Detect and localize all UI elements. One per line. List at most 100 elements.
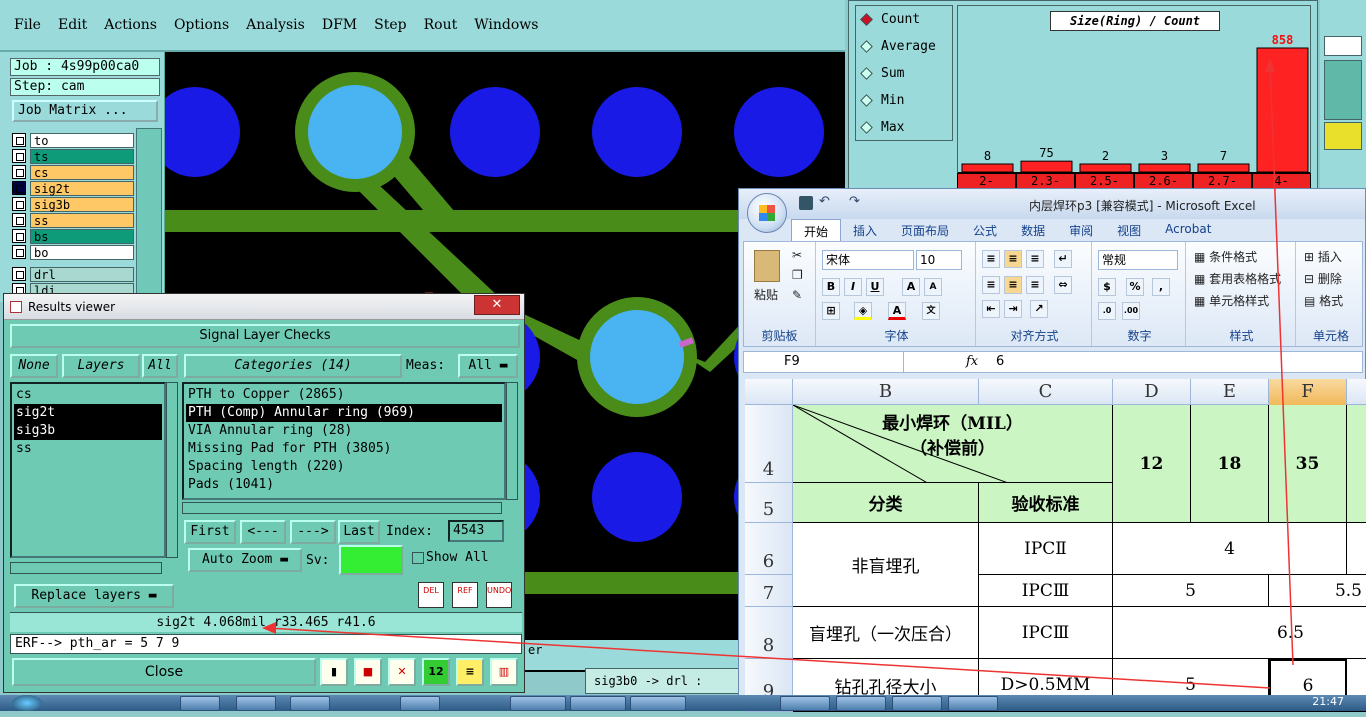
cell-d4[interactable]: 12 xyxy=(1113,405,1191,523)
layer-list-hscrollbar[interactable] xyxy=(10,562,162,574)
menu-edit[interactable]: Edit xyxy=(58,17,87,33)
cell-def8[interactable]: 6.5 xyxy=(1113,607,1366,659)
layer-scrollbar[interactable] xyxy=(136,128,162,298)
number-format-select[interactable]: 常规 xyxy=(1098,250,1178,270)
layer-row[interactable]: drl xyxy=(12,266,134,282)
taskbar-item[interactable] xyxy=(400,696,440,711)
align-bottom-icon[interactable]: ≡ xyxy=(1026,250,1044,268)
insert-button[interactable]: ⊞ 插入 xyxy=(1304,248,1342,265)
row-header[interactable]: 7 xyxy=(745,575,793,607)
cell-f4[interactable]: 35 xyxy=(1269,405,1347,523)
undo-icon[interactable]: ↶ xyxy=(819,194,830,209)
tab-home[interactable]: 开始 xyxy=(791,219,842,241)
option-average[interactable]: Average xyxy=(856,33,952,60)
taskbar-item[interactable] xyxy=(630,696,686,711)
none-button[interactable]: None xyxy=(10,354,58,378)
layer-checkbox[interactable] xyxy=(12,213,26,227)
category-list[interactable]: PTH to Copper (2865) PTH (Comp) Annular … xyxy=(182,382,506,500)
layer-list-scrollbar[interactable] xyxy=(166,382,178,558)
tab-data[interactable]: 数据 xyxy=(1009,219,1057,241)
next-button[interactable]: ---> xyxy=(290,520,336,544)
merge-icon[interactable]: ⇔ xyxy=(1054,276,1072,294)
taskbar-item[interactable] xyxy=(948,696,998,711)
layer-row[interactable]: bo xyxy=(12,244,134,260)
layer-row[interactable]: sig3b xyxy=(12,196,134,212)
delete-icon[interactable]: DEL xyxy=(418,582,444,608)
start-icon[interactable] xyxy=(12,695,42,711)
layer-row[interactable]: ts xyxy=(12,148,134,164)
taskbar-item[interactable] xyxy=(290,696,330,711)
menu-windows[interactable]: Windows xyxy=(474,17,538,33)
currency-icon[interactable]: $ xyxy=(1098,278,1116,296)
wrap-text-icon[interactable]: ↵ xyxy=(1054,250,1072,268)
conditional-format-button[interactable]: ▦ 条件格式 xyxy=(1194,248,1257,265)
font-name-select[interactable]: 宋体 xyxy=(822,250,914,270)
border-icon[interactable]: ⊞ xyxy=(822,302,840,320)
tab-review[interactable]: 审阅 xyxy=(1057,219,1105,241)
taskbar-item[interactable] xyxy=(570,696,626,711)
cell-b5[interactable]: 分类 xyxy=(793,483,979,523)
paste-icon[interactable] xyxy=(754,250,780,282)
cell-c8[interactable]: IPCⅢ xyxy=(979,607,1113,659)
tool-stop-icon[interactable]: ■ xyxy=(354,658,382,686)
layer-row[interactable]: cs xyxy=(12,164,134,180)
cell-c6[interactable]: IPCⅡ xyxy=(979,523,1113,575)
decrease-decimal-icon[interactable]: .00 xyxy=(1122,302,1140,320)
decrease-indent-icon[interactable]: ⇤ xyxy=(982,300,1000,318)
categories-button[interactable]: Categories (14) xyxy=(184,354,402,378)
layer-result-list[interactable]: cs sig2t sig3b ss xyxy=(10,382,166,558)
row-header[interactable]: 6 xyxy=(745,523,793,575)
taskbar-item[interactable] xyxy=(780,696,830,711)
underline-icon[interactable]: U xyxy=(866,278,884,296)
cell-b6[interactable]: 非盲埋孔 xyxy=(793,523,979,607)
undo-icon[interactable]: UNDO xyxy=(486,582,512,608)
layer-row[interactable]: to xyxy=(12,132,134,148)
align-center-icon[interactable]: ≡ xyxy=(1004,276,1022,294)
layer-checkbox[interactable] xyxy=(12,165,26,179)
orientation-icon[interactable]: ↗ xyxy=(1030,300,1048,318)
layer-checkbox[interactable] xyxy=(12,181,26,195)
comma-icon[interactable]: , xyxy=(1152,278,1170,296)
row-header[interactable]: 4 xyxy=(745,405,793,483)
layer-row[interactable]: bs xyxy=(12,228,134,244)
prev-button[interactable]: <--- xyxy=(240,520,286,544)
menu-actions[interactable]: Actions xyxy=(104,17,157,33)
tool-notes-icon[interactable]: ≡ xyxy=(456,658,484,686)
results-titlebar[interactable]: Results viewer ✕ xyxy=(4,294,524,320)
taskbar-item[interactable] xyxy=(836,696,886,711)
close-button[interactable]: Close xyxy=(12,658,316,686)
taskbar-item[interactable] xyxy=(510,696,566,711)
layers-button[interactable]: Layers xyxy=(62,354,140,378)
column-header[interactable]: C xyxy=(979,379,1113,405)
taskbar-item[interactable] xyxy=(236,696,276,711)
cell-c5[interactable]: 验收标准 xyxy=(979,483,1113,523)
show-all-checkbox[interactable] xyxy=(412,552,424,564)
taskbar-item[interactable] xyxy=(892,696,942,711)
replace-layers-select[interactable]: Replace layers ▬ xyxy=(14,584,174,608)
menu-options[interactable]: Options xyxy=(174,17,229,33)
cell-partial[interactable] xyxy=(1347,405,1366,523)
layer-checkbox[interactable] xyxy=(12,229,26,243)
meas-select[interactable]: All ▬ xyxy=(458,354,518,378)
row-header[interactable]: 8 xyxy=(745,607,793,659)
table-format-button[interactable]: ▦ 套用表格格式 xyxy=(1194,270,1281,287)
save-icon[interactable] xyxy=(799,196,813,210)
index-input[interactable]: 4543 xyxy=(448,520,504,542)
formula-input[interactable]: 6 xyxy=(996,352,1004,372)
option-count[interactable]: Count xyxy=(856,6,952,33)
name-box[interactable]: F9 xyxy=(744,352,904,372)
paste-label[interactable]: 粘贴 xyxy=(754,286,778,303)
tool-layer-icon[interactable]: ▮ xyxy=(320,658,348,686)
auto-zoom-select[interactable]: Auto Zoom ▬ xyxy=(188,548,302,572)
cell-style-button[interactable]: ▦ 单元格样式 xyxy=(1194,292,1269,309)
redo-icon[interactable]: ↷ xyxy=(849,194,860,209)
percent-icon[interactable]: % xyxy=(1126,278,1144,296)
menu-analysis[interactable]: Analysis xyxy=(246,17,305,33)
menu-file[interactable]: File xyxy=(14,17,41,33)
align-middle-icon[interactable]: ≡ xyxy=(1004,250,1022,268)
shrink-font-icon[interactable]: A xyxy=(924,278,942,296)
option-sum[interactable]: Sum xyxy=(856,60,952,87)
layer-checkbox[interactable] xyxy=(12,133,26,147)
row-header[interactable]: 5 xyxy=(745,483,793,523)
layer-checkbox[interactable] xyxy=(12,245,26,259)
